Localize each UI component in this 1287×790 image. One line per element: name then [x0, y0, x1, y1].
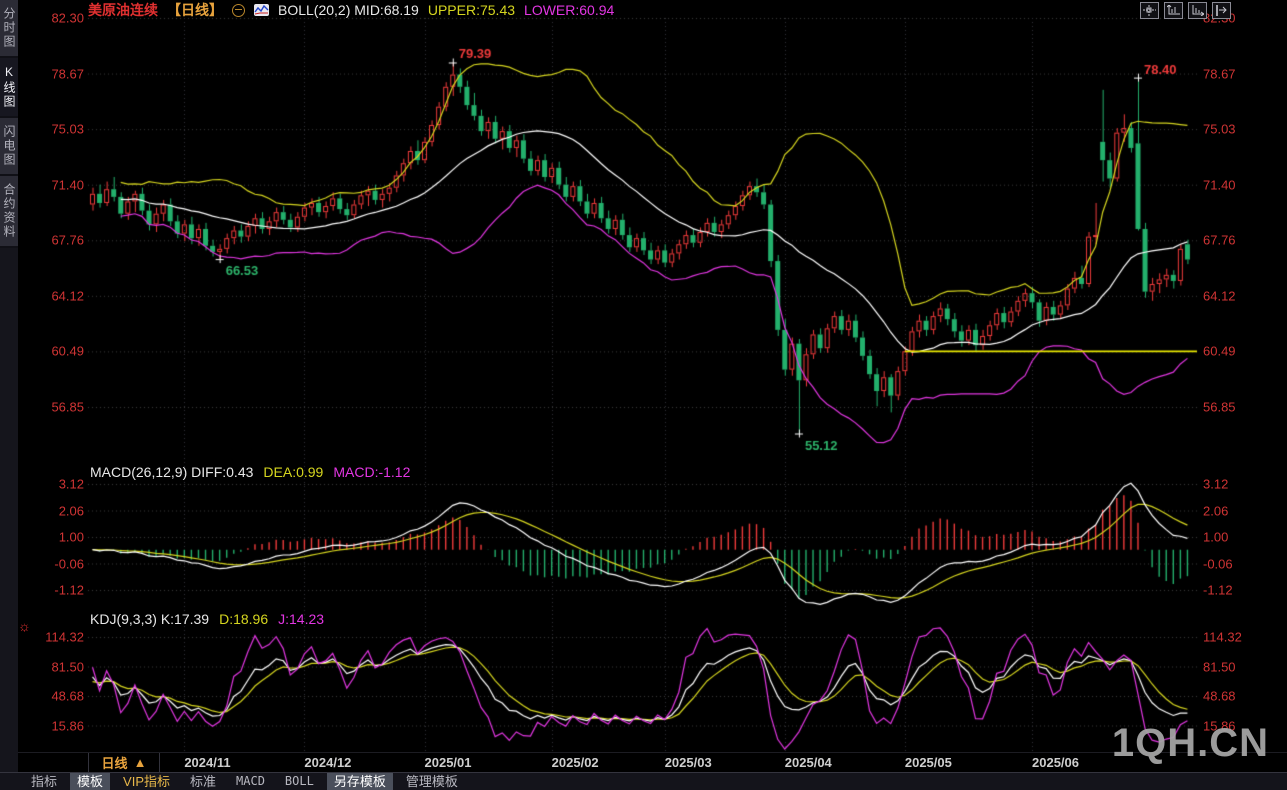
shift-right-icon[interactable]	[1212, 2, 1231, 19]
watermark: 1QH.CN	[1112, 721, 1269, 766]
boll-upper-label: UPPER:75.43	[428, 2, 515, 18]
x-axis-tick: 2024/12	[304, 755, 351, 770]
x-axis-tick: 2025/06	[1032, 755, 1079, 770]
x-axis-tick: 2025/03	[665, 755, 712, 770]
tab-指标[interactable]: 指标	[24, 773, 64, 790]
boll-lower-label: LOWER:60.94	[524, 2, 614, 18]
tab-另存模板[interactable]: 另存模板	[327, 773, 393, 790]
sidebar-item-闪电图[interactable]: 闪电图	[0, 118, 18, 176]
left-sidebar: 分时图K线图闪电图合约资料	[0, 0, 18, 772]
tab-MACD[interactable]: MACD	[229, 773, 272, 790]
crosshair-icon[interactable]	[1140, 2, 1159, 19]
x-axis-tick: 2025/02	[552, 755, 599, 770]
period-selector-label: 日线	[102, 753, 128, 772]
tab-管理模板[interactable]: 管理模板	[399, 773, 465, 790]
chart-application: 分时图K线图闪电图合约资料 美原油连续 【日线】 BOLL(20,2) MID:…	[0, 0, 1287, 790]
x-axis-tick: 2024/11	[184, 755, 230, 770]
tab-模板[interactable]: 模板	[70, 773, 110, 790]
x-axis-tick: 2025/01	[425, 755, 472, 770]
y-axis-label: 81.50	[1203, 659, 1236, 674]
y-axis-label: 64.12	[1203, 288, 1236, 303]
macd-dea-label: DEA:0.99	[263, 464, 323, 480]
indicator-settings-icon[interactable]: ☼	[18, 618, 31, 634]
x-axis-row: 日线 ▲ 2024/11 2024/12 2025/01 2025/02 2025/03 2…	[18, 752, 1287, 773]
macd-value-label: MACD:-1.12	[333, 464, 410, 480]
bottom-tab-bar: 指标模板 VIP指标标准 MACD BOLL 另存模板管理模板	[0, 772, 1287, 790]
boll-mid-label: BOLL(20,2) MID:68.19	[278, 2, 419, 18]
period-selector[interactable]: 日线 ▲	[88, 753, 160, 772]
chart-header: 美原油连续 【日线】 BOLL(20,2) MID:68.19 UPPER:75…	[88, 1, 614, 19]
kdj-title: KDJ(9,3,3) K:17.39	[90, 611, 209, 627]
kdj-header: KDJ(9,3,3) K:17.39 D:18.96 J:14.23	[90, 611, 324, 627]
sidebar-item-合约资料[interactable]: 合约资料	[0, 176, 18, 248]
y-axis-label: 75.03	[1203, 122, 1236, 137]
y-axis-label: 60.49	[1203, 344, 1236, 359]
chevron-up-icon: ▲	[134, 755, 147, 770]
y-axis-label: 67.76	[1203, 233, 1236, 248]
kdj-d-label: D:18.96	[219, 611, 268, 627]
collapse-icon[interactable]	[232, 4, 245, 17]
scale-time-icon[interactable]	[1188, 2, 1207, 19]
macd-title: MACD(26,12,9) DIFF:0.43	[90, 464, 253, 480]
y-axis-label: 3.12	[1203, 477, 1228, 492]
y-axis-label: 78.67	[1203, 66, 1236, 81]
kdj-j-label: J:14.23	[278, 611, 324, 627]
macd-header: MACD(26,12,9) DIFF:0.43 DEA:0.99 MACD:-1…	[90, 464, 410, 480]
x-axis-tick: 2025/04	[785, 755, 832, 770]
sidebar-item-K线图[interactable]: K线图	[0, 58, 18, 118]
y-axis-label: -1.12	[1203, 583, 1233, 598]
tab-标准[interactable]: 标准	[183, 773, 223, 790]
chart-canvas[interactable]	[0, 0, 1287, 790]
toolbar-icons	[1140, 2, 1231, 19]
y-axis-label: 114.32	[1203, 630, 1242, 645]
y-axis-label: -0.06	[1203, 556, 1233, 571]
symbol-name: 美原油连续	[88, 0, 158, 20]
mini-chart-icon[interactable]	[254, 4, 269, 16]
y-axis-label: 48.68	[1203, 689, 1236, 704]
tab-BOLL[interactable]: BOLL	[278, 773, 321, 790]
sidebar-item-分时图[interactable]: 分时图	[0, 0, 18, 58]
y-axis-label: 1.00	[1203, 530, 1228, 545]
y-axis-label: 2.06	[1203, 503, 1228, 518]
y-axis-label: 71.40	[1203, 177, 1236, 192]
scale-price-icon[interactable]	[1164, 2, 1183, 19]
y-axis-label: 56.85	[1203, 399, 1236, 414]
x-axis-tick: 2025/05	[905, 755, 952, 770]
period-badge: 【日线】	[167, 0, 223, 20]
tab-VIP指标[interactable]: VIP指标	[116, 773, 177, 790]
